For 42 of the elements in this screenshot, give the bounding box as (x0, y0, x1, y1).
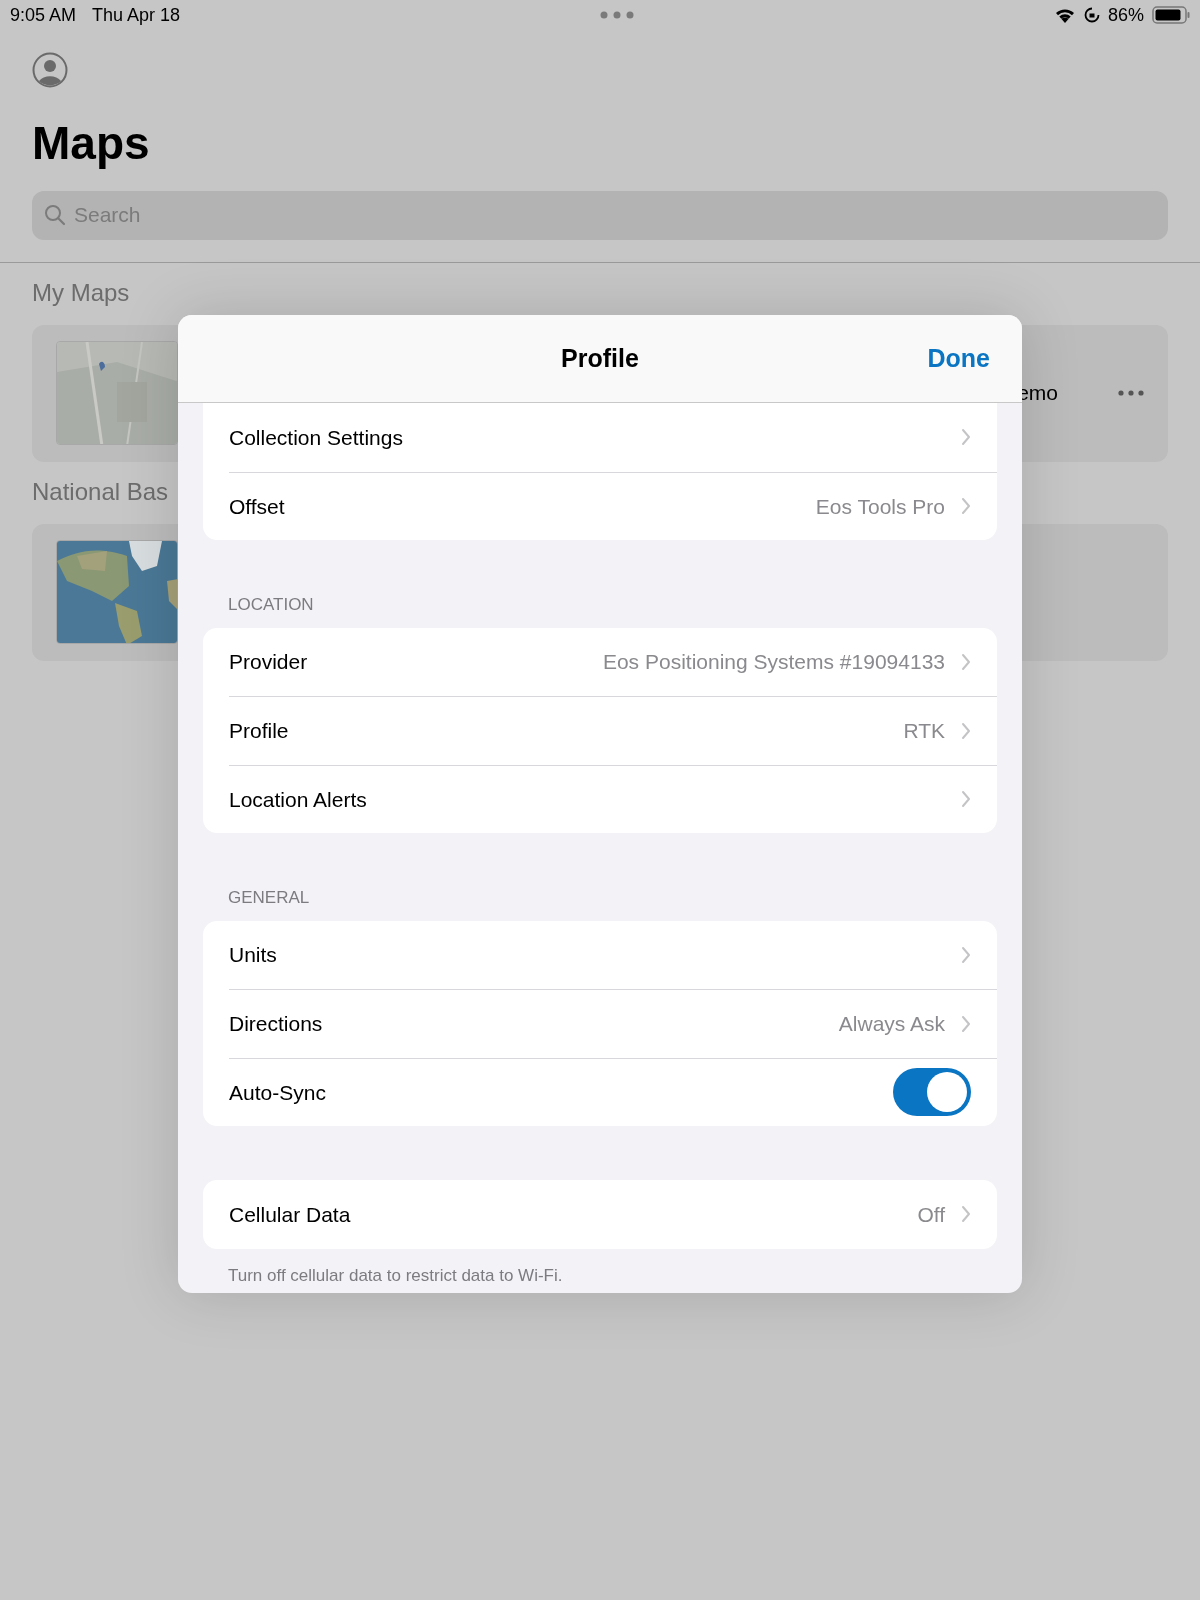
wifi-icon (1053, 7, 1076, 23)
row-label: Location Alerts (229, 786, 368, 813)
row-value: Always Ask (838, 1011, 945, 1037)
row-value: Off (917, 1201, 945, 1228)
battery-icon (1152, 6, 1190, 24)
row-value: Eos Tools Pro (815, 493, 945, 520)
chevron-icon (961, 1014, 971, 1033)
multitasking-dots-icon (600, 11, 635, 19)
rotation-lock-icon (1083, 7, 1100, 23)
chevron-icon (961, 428, 971, 447)
done-button[interactable]: Done (927, 339, 990, 378)
search-icon (44, 204, 66, 227)
status-date: Thu Apr 18 (92, 3, 181, 27)
section-title: National Bas (32, 477, 169, 505)
chevron-icon (961, 945, 971, 964)
row-label: Offset (229, 493, 286, 520)
row-label: Collection Settings (229, 424, 404, 451)
section-header: GENERAL (228, 887, 311, 909)
chevron-icon (961, 652, 971, 671)
row-label: Cellular Data (229, 1201, 352, 1228)
profile-icon[interactable] (32, 52, 68, 88)
more-icon[interactable] (1118, 390, 1144, 397)
section-title: My Maps (32, 278, 130, 306)
footer-note: Turn off cellular data to restrict data to Wi-Fi. (228, 1264, 564, 1287)
row-label: Auto-Sync (229, 1079, 327, 1106)
status-time: 9:05 AM (10, 3, 77, 27)
modal-title: Profile (561, 342, 639, 374)
row-value: RTK (903, 718, 945, 744)
row-value: Eos Positioning Systems #19094133 (602, 649, 945, 675)
chevron-icon (961, 1205, 971, 1224)
battery-percent: 86% (1107, 3, 1144, 27)
row-label: Units (229, 942, 278, 968)
toggle-switch[interactable] (893, 1068, 971, 1117)
chevron-icon (961, 497, 971, 516)
row-label: Directions (229, 1011, 324, 1037)
search-placeholder: Search (74, 202, 141, 229)
row-label: Provider (229, 649, 309, 675)
section-header: LOCATION (228, 594, 315, 616)
page-title: Maps (32, 118, 151, 169)
chevron-icon (961, 790, 971, 809)
row-label: Profile (229, 718, 290, 744)
chevron-icon (961, 721, 971, 740)
